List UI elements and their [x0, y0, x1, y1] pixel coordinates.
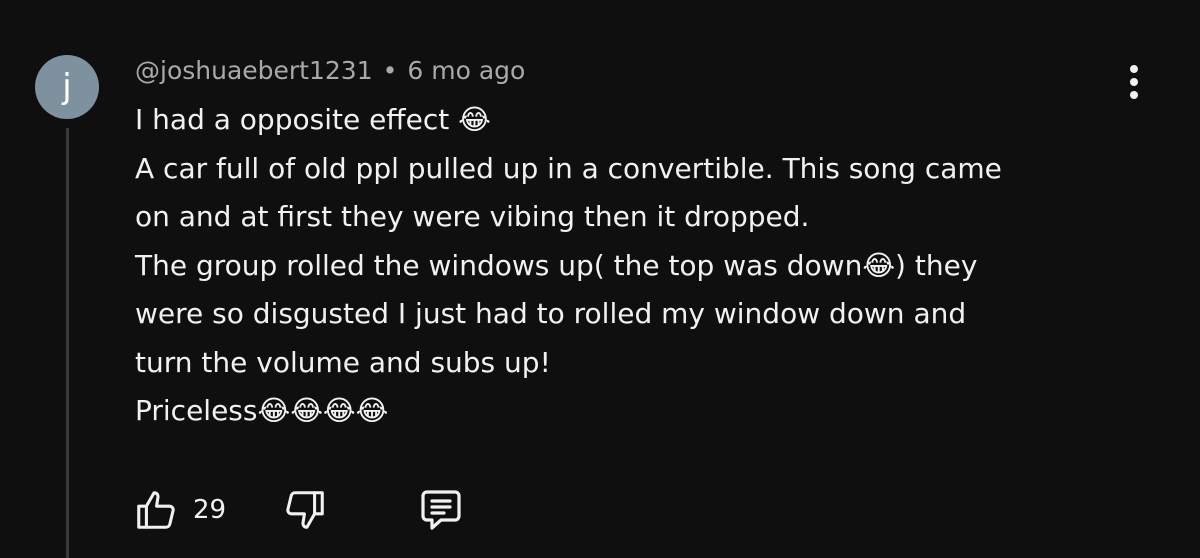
comment-actions: 29: [133, 485, 466, 535]
comment-line: I had a opposite effect 😂: [135, 103, 491, 136]
like-count: 29: [193, 495, 227, 525]
avatar[interactable]: j: [35, 55, 99, 119]
author-handle[interactable]: @joshuaebert1231: [135, 56, 373, 85]
meta-separator: •: [382, 56, 398, 85]
comment-card: j @joshuaebert1231 • 6 mo ago I had a oppo…: [0, 0, 1200, 558]
comment-line: on and at first they were vibing then it…: [135, 200, 810, 233]
thumbs-up-icon: [133, 487, 179, 533]
thumbs-down-icon: [282, 487, 328, 533]
comment-line: The group rolled the windows up( the top…: [135, 248, 978, 282]
dislike-button[interactable]: [282, 487, 328, 533]
thread-line: [66, 128, 69, 558]
comment-line: were so disgusted I just had to rolled m…: [135, 297, 967, 330]
more-vertical-icon: [1130, 65, 1138, 73]
comment-line: turn the volume and subs up!: [135, 345, 551, 379]
avatar-letter: j: [62, 67, 72, 107]
comment-line: A car full of old ppl pulled up in a con…: [135, 151, 1002, 185]
reply-button[interactable]: [416, 486, 466, 534]
comment-text: I had a opposite effect 😂 A car full of …: [135, 96, 1145, 436]
more-vertical-icon-dot: [1130, 78, 1138, 86]
comment-line: Priceless😂😂😂😂: [135, 394, 389, 427]
timestamp: 6 mo ago: [407, 56, 526, 85]
comment-meta: @joshuaebert1231 • 6 mo ago: [135, 53, 525, 89]
like-button[interactable]: 29: [133, 487, 226, 533]
comment-reply-icon: [416, 486, 466, 534]
